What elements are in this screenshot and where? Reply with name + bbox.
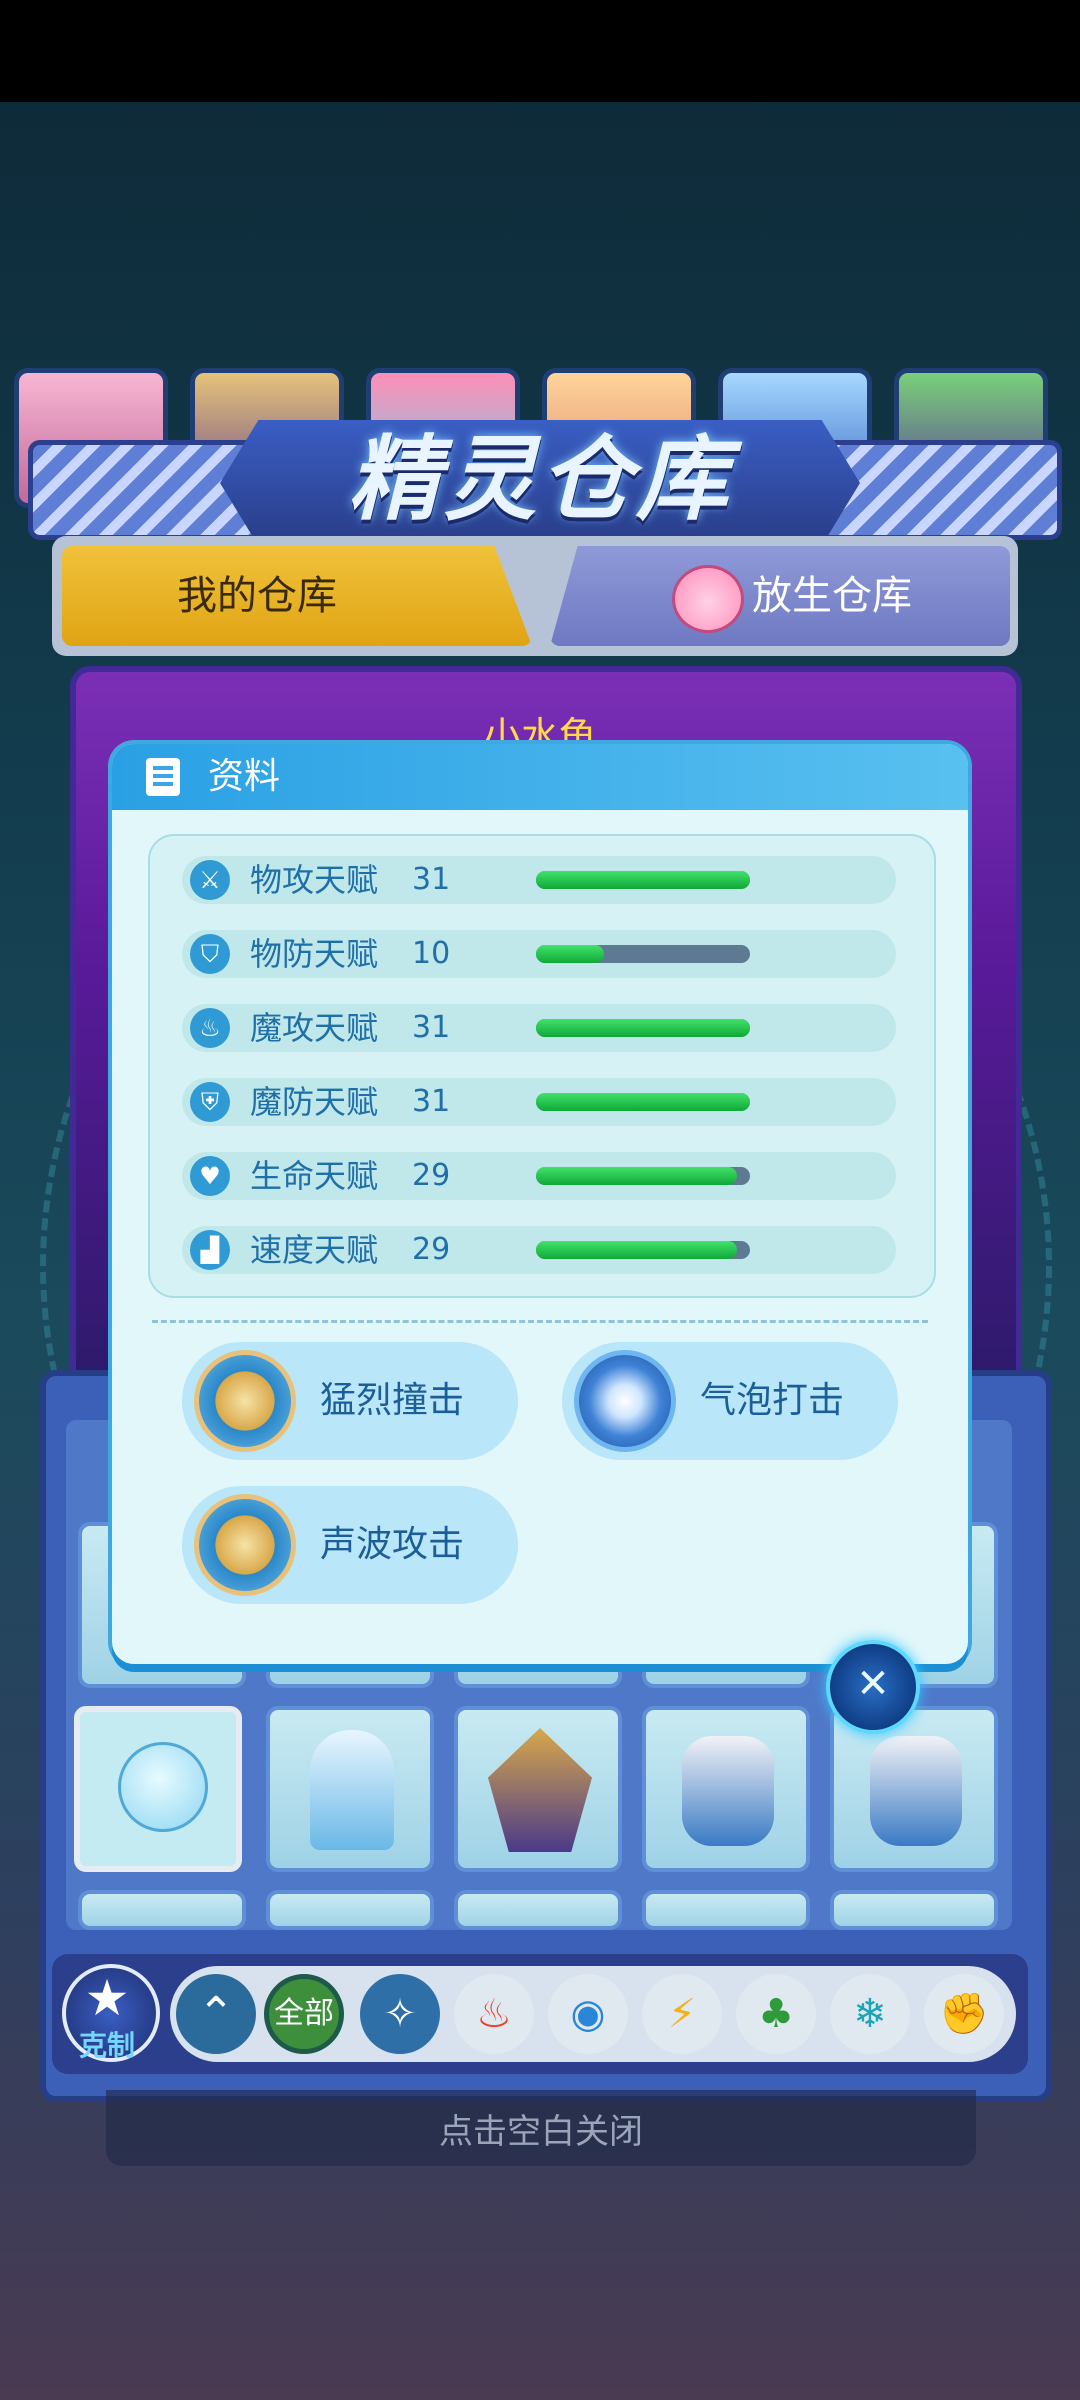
filter-all-button[interactable]: 全部 (264, 1974, 344, 2054)
stat-label: 魔防天赋 (250, 1083, 379, 1121)
stat-label: 物防天赋 (250, 935, 379, 973)
stat-value: 31 (412, 1010, 451, 1045)
storage-slot[interactable] (454, 1890, 622, 1930)
stat-label: 速度天赋 (250, 1231, 379, 1269)
chevron-up-icon[interactable]: ⌃ (176, 1974, 256, 2054)
storage-slot[interactable] (266, 1706, 434, 1872)
stat-bar-fill (536, 1167, 738, 1185)
electric-element-icon[interactable]: ⚡ (642, 1974, 722, 2054)
stat-bar (536, 945, 750, 963)
skill-name: 声波攻击 (320, 1524, 465, 1565)
document-icon (146, 758, 180, 796)
fire-element-icon[interactable]: ♨ (454, 1974, 534, 2054)
skill-card[interactable]: 声波攻击 (182, 1486, 518, 1604)
bear-pet-icon (682, 1736, 774, 1846)
skill-name: 猛烈撞击 (320, 1380, 465, 1421)
divider (152, 1320, 928, 1323)
fire-icon: ♨ (190, 1008, 230, 1048)
modal-title: 资料 (208, 756, 281, 797)
skill-card[interactable]: 气泡打击 (562, 1342, 898, 1460)
stat-value: 31 (412, 862, 451, 897)
close-icon[interactable]: ✕ (826, 1640, 920, 1734)
stat-label: 魔攻天赋 (250, 1009, 379, 1047)
status-bar (0, 0, 1080, 102)
pink-mascot-icon (672, 565, 744, 633)
heart-plus-icon: ♥ (190, 1156, 230, 1196)
gold-cross-skill-icon (194, 1494, 296, 1596)
ice-element-icon[interactable]: ❄ (830, 1974, 910, 2054)
gold-cross-skill-icon (194, 1350, 296, 1452)
storage-slot[interactable] (78, 1890, 246, 1930)
boot-icon: ▟ (190, 1230, 230, 1270)
stat-bar-fill (536, 871, 750, 889)
stat-bar-fill (536, 1093, 750, 1111)
storage-slot[interactable] (830, 1706, 998, 1872)
tab-my-storage-label[interactable]: 我的仓库 (62, 546, 452, 646)
counter-label[interactable]: 克制 (62, 2024, 152, 2064)
magic-shield-icon: ⛨ (190, 1082, 230, 1122)
stat-value: 10 (412, 936, 451, 971)
stat-bar (536, 1019, 750, 1037)
ice-maiden-pet-icon (310, 1730, 394, 1850)
stat-value: 29 (412, 1158, 451, 1193)
modal-header: 资料 (112, 744, 968, 810)
armored-dragon-pet-icon (488, 1728, 592, 1852)
star-icon: ★ (84, 1969, 130, 2027)
water-element-icon[interactable]: ◉ (548, 1974, 628, 2054)
grass-element-icon[interactable]: ♣ (736, 1974, 816, 2054)
skill-name: 气泡打击 (700, 1380, 845, 1421)
storage-slot[interactable] (642, 1706, 810, 1872)
storage-slot[interactable] (642, 1890, 810, 1930)
stat-label: 生命天赋 (250, 1157, 379, 1195)
stat-bar (536, 871, 750, 889)
stat-label: 物攻天赋 (250, 861, 379, 899)
stat-value: 29 (412, 1232, 451, 1267)
talent-stats-box: ⚔ 物攻天赋 31 ⛉ 物防天赋 10 ♨ 魔攻天赋 31 ⛨ 魔防天赋 31 … (148, 834, 936, 1298)
shield-icon: ⛉ (190, 934, 230, 974)
stat-bar (536, 1167, 750, 1185)
fighting-element-icon[interactable]: ✊ (924, 1974, 1004, 2054)
blue-turtle-pet-icon (118, 1742, 208, 1832)
blue-swirl-skill-icon (574, 1350, 676, 1452)
pet-info-modal: 资料 ⚔ 物攻天赋 31 ⛉ 物防天赋 10 ♨ 魔攻天赋 31 ⛨ 魔防天赋 … (112, 744, 968, 1664)
storage-slot[interactable] (266, 1890, 434, 1930)
bear-pet-icon (870, 1736, 962, 1846)
normal-element-icon[interactable]: ✧ (360, 1974, 440, 2054)
page-title: 精灵仓库 (347, 426, 732, 533)
stat-bar (536, 1093, 750, 1111)
stat-bar (536, 1241, 750, 1259)
sword-icon: ⚔ (190, 860, 230, 900)
skill-card[interactable]: 猛烈撞击 (182, 1342, 518, 1460)
stat-bar-fill (536, 1241, 738, 1259)
storage-slot[interactable] (830, 1890, 998, 1930)
storage-slot[interactable] (454, 1706, 622, 1872)
close-hint[interactable]: 点击空白关闭 (106, 2094, 976, 2170)
stat-bar-fill (536, 1019, 750, 1037)
storage-slot-selected[interactable] (74, 1706, 242, 1872)
stat-bar-fill (536, 945, 605, 963)
stat-value: 31 (412, 1084, 451, 1119)
tab-release-storage-label[interactable]: 放生仓库 (752, 546, 952, 646)
